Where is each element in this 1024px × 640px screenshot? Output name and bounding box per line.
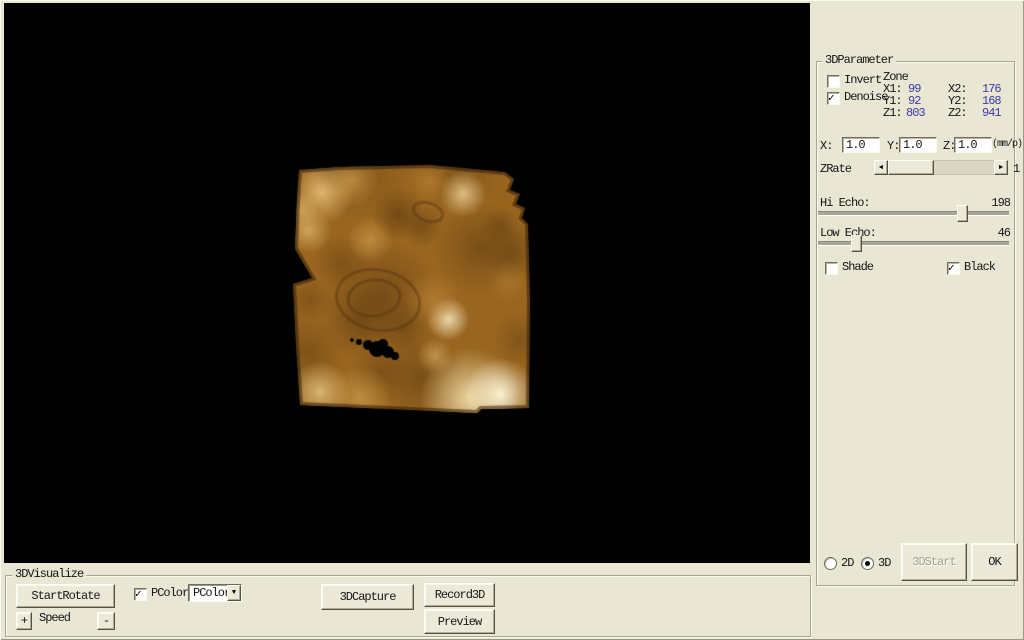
speed-label: Speed bbox=[39, 612, 70, 625]
dropdown-button[interactable]: ▼ bbox=[227, 585, 241, 601]
zone-z2-label: Z2: bbox=[948, 107, 967, 120]
low-echo-label: Low Echo: bbox=[820, 227, 876, 240]
zrate-scrollbar[interactable]: ◄ ► bbox=[874, 160, 1008, 175]
low-echo-value: 46 bbox=[970, 227, 1010, 240]
start-rotate-button[interactable]: StartRotate bbox=[16, 584, 115, 608]
y-scale-label: Y: bbox=[887, 140, 899, 153]
radio-2d-label: 2D bbox=[841, 557, 853, 570]
hi-echo-value: 198 bbox=[970, 197, 1010, 210]
radio-3d-label: 3D bbox=[878, 557, 890, 570]
3dstart-button[interactable]: 3DStart bbox=[901, 543, 967, 581]
left-arrow-icon: ◄ bbox=[879, 164, 883, 172]
radio-3d[interactable] bbox=[861, 557, 874, 570]
pcolor-checkbox[interactable]: ✓ bbox=[134, 588, 147, 601]
visualize-group-title: 3DVisualize bbox=[12, 568, 86, 581]
3dcapture-button[interactable]: 3DCapture bbox=[321, 584, 414, 610]
low-echo-slider[interactable] bbox=[818, 241, 1009, 245]
x-scale-input[interactable] bbox=[842, 137, 880, 153]
hi-echo-label: Hi Echo: bbox=[820, 197, 870, 210]
ok-button[interactable]: OK bbox=[971, 543, 1018, 581]
preview-button[interactable]: Preview bbox=[424, 609, 495, 634]
pcolor-dropdown-value: PColor bbox=[193, 586, 230, 600]
zrate-value: 1 bbox=[1013, 163, 1019, 176]
invert-checkbox[interactable] bbox=[827, 75, 840, 88]
check-icon: ✓ bbox=[828, 91, 835, 105]
scroll-right-button[interactable]: ► bbox=[994, 160, 1008, 175]
parameter-group-title: 3DParameter bbox=[822, 54, 896, 67]
scroll-left-button[interactable]: ◄ bbox=[874, 160, 888, 175]
shade-checkbox[interactable] bbox=[825, 262, 838, 275]
denoise-label: Denoise bbox=[844, 91, 887, 104]
shade-label: Shade bbox=[842, 261, 873, 274]
zone-z1-value: 803 bbox=[906, 107, 925, 120]
black-label: Black bbox=[964, 261, 995, 274]
invert-label: Invert bbox=[844, 74, 881, 87]
zone-z1-label: Z1: bbox=[883, 107, 902, 120]
3d-surface-canvas bbox=[4, 3, 810, 563]
3d-viewport[interactable] bbox=[4, 3, 810, 563]
check-icon: ✓ bbox=[135, 587, 142, 601]
pcolor-dropdown[interactable]: PColor ▼ bbox=[188, 584, 242, 602]
zrate-label: ZRate bbox=[820, 163, 851, 176]
radio-2d[interactable] bbox=[824, 557, 837, 570]
dropdown-arrow-icon: ▼ bbox=[232, 589, 236, 597]
radio-dot bbox=[865, 561, 870, 566]
denoise-checkbox[interactable]: ✓ bbox=[827, 92, 840, 105]
y-scale-input[interactable] bbox=[899, 137, 937, 153]
speed-minus-button[interactable]: - bbox=[97, 612, 115, 630]
z-scale-input[interactable] bbox=[954, 137, 992, 153]
pcolor-label: PColor bbox=[151, 587, 188, 600]
check-icon: ✓ bbox=[948, 261, 955, 275]
record3d-button[interactable]: Record3D bbox=[424, 583, 495, 607]
black-checkbox[interactable]: ✓ bbox=[947, 262, 960, 275]
right-arrow-icon: ► bbox=[999, 164, 1003, 172]
low-echo-thumb[interactable] bbox=[851, 235, 862, 252]
hi-echo-thumb[interactable] bbox=[957, 205, 968, 222]
zone-z2-value: 941 bbox=[982, 107, 1001, 120]
x-scale-label: X: bbox=[820, 140, 832, 153]
speed-plus-button[interactable]: + bbox=[16, 612, 32, 630]
app-window: 3DParameter Invert ✓ Denoise Zone X1: 99… bbox=[0, 0, 1024, 640]
scale-unit-label: (mm/p) bbox=[992, 138, 1022, 151]
hi-echo-slider[interactable] bbox=[818, 211, 1009, 215]
zrate-thumb[interactable] bbox=[888, 160, 934, 175]
